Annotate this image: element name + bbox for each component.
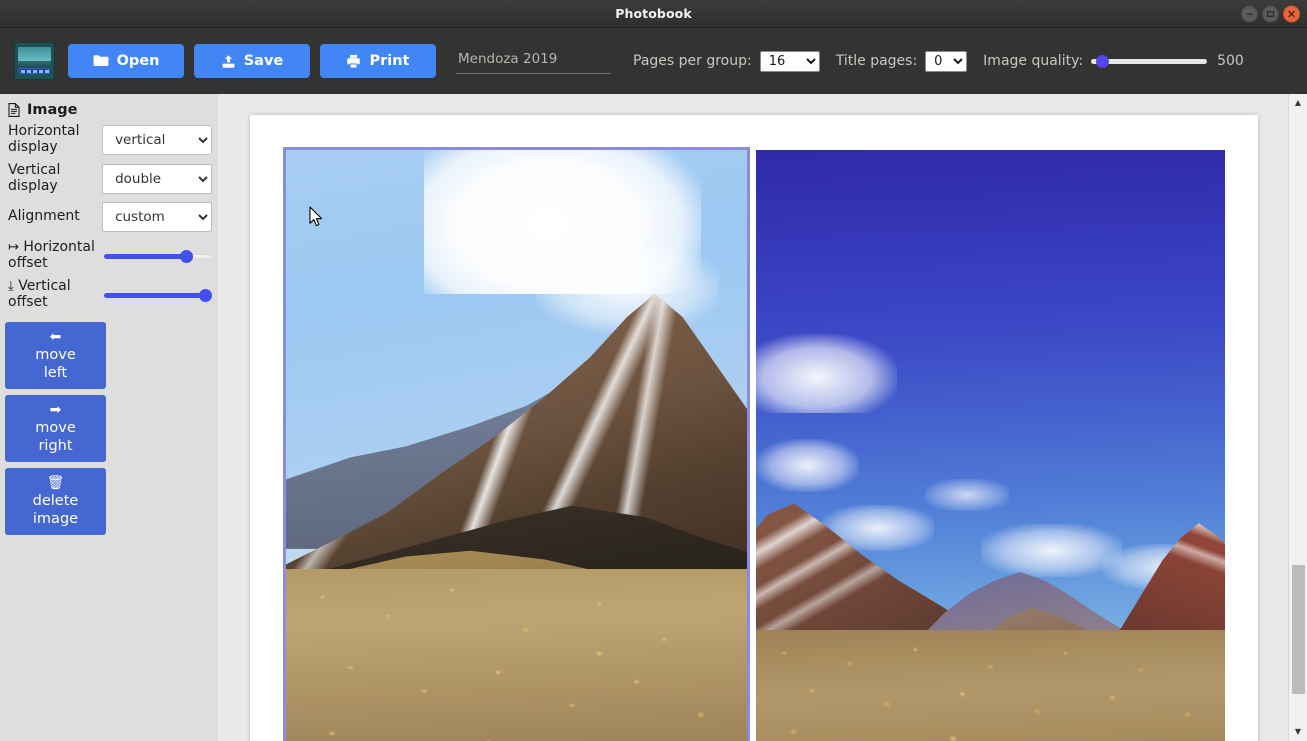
- minimize-button[interactable]: [1241, 5, 1258, 22]
- horizontal-offset-label-text: Horizontal offset: [8, 239, 95, 271]
- move-left-button[interactable]: ⬅ move left: [5, 322, 106, 389]
- right-cloud-b: [756, 439, 860, 492]
- image-quality-slider[interactable]: [1091, 53, 1208, 69]
- scroll-down-arrow-icon[interactable]: ▼: [1289, 725, 1307, 739]
- maximize-icon: [1266, 10, 1275, 17]
- photo-left[interactable]: [283, 147, 750, 741]
- sidebar-section-header: Image: [0, 94, 218, 124]
- image-action-buttons: ⬅ move left ➡ move right 🗑 delete image: [0, 318, 218, 541]
- arrow-right-icon: ➡: [49, 401, 62, 418]
- horizontal-offset-icon: ↦: [8, 240, 19, 255]
- save-button-label: Save: [243, 53, 284, 69]
- alignment-label: Alignment: [8, 208, 80, 225]
- page-canvas[interactable]: [218, 94, 1289, 741]
- horizontal-display-label: Horizontal display: [8, 123, 80, 155]
- field-vertical-offset: ⤓ Vertical offset: [0, 278, 218, 310]
- delete-image-label-line2: image: [32, 511, 79, 527]
- field-vertical-display: Vertical display singledouble: [0, 162, 218, 194]
- alignment-select[interactable]: leftcenterrightcustom: [102, 202, 212, 232]
- document-icon: [8, 103, 20, 117]
- horizontal-display-select[interactable]: horizontalvertical: [102, 124, 212, 155]
- folder-icon: [93, 55, 108, 66]
- move-right-label-line1: move: [35, 419, 76, 436]
- right-cloud-f: [924, 478, 1010, 512]
- horizontal-offset-fill: [104, 253, 187, 259]
- vertical-offset-slider[interactable]: [104, 286, 212, 304]
- window-controls: [1241, 5, 1300, 22]
- open-button-label: Open: [116, 53, 160, 69]
- move-left-label-line1: move: [35, 346, 76, 363]
- app-icon-filmstrip: [19, 68, 50, 74]
- delete-image-button[interactable]: 🗑 delete image: [5, 468, 106, 535]
- app-icon-land: [18, 61, 51, 66]
- pages-per-group-select[interactable]: 12481632: [759, 50, 820, 72]
- vertical-display-select[interactable]: singledouble: [102, 163, 212, 194]
- trash-icon: 🗑: [46, 474, 65, 491]
- title-pages-select[interactable]: 01234: [925, 50, 968, 72]
- pages-per-group-label: Pages per group:: [633, 53, 752, 69]
- photobook-page[interactable]: [250, 115, 1258, 741]
- move-left-label-line2: left: [43, 365, 68, 381]
- image-quality-thumb[interactable]: [1096, 55, 1110, 68]
- right-cloud-a: [756, 333, 897, 413]
- right-grass-tufts: [756, 636, 1225, 741]
- photo-right[interactable]: [756, 150, 1225, 741]
- print-button-label: Print: [369, 53, 410, 69]
- scroll-up-arrow-icon[interactable]: ▲: [1289, 96, 1307, 110]
- field-horizontal-display: Horizontal display horizontalvertical: [0, 123, 218, 155]
- delete-image-label-line1: delete: [32, 492, 79, 509]
- photo-left-image: [286, 150, 747, 741]
- vertical-offset-fill: [104, 292, 206, 298]
- book-title-input[interactable]: [456, 48, 611, 74]
- horizontal-offset-slider[interactable]: [104, 247, 212, 265]
- save-button[interactable]: Save: [194, 44, 310, 78]
- vertical-scrollbar[interactable]: ▲ ▼: [1288, 94, 1307, 741]
- image-quality-value: 500: [1217, 53, 1244, 69]
- scrollbar-thumb[interactable]: [1292, 565, 1305, 695]
- close-icon: [1288, 10, 1295, 17]
- printer-icon: [347, 54, 361, 69]
- window-titlebar: Photobook: [0, 0, 1307, 28]
- move-right-button[interactable]: ➡ move right: [5, 395, 106, 462]
- vertical-offset-icon: ⤓: [8, 279, 14, 294]
- arrow-left-icon: ⬅: [49, 328, 62, 345]
- sidebar-section-title: Image: [27, 102, 78, 118]
- title-pages-label: Title pages:: [835, 53, 918, 69]
- field-horizontal-offset: ↦ Horizontal offset: [0, 239, 218, 271]
- vertical-offset-label: ⤓ Vertical offset: [8, 278, 104, 310]
- vertical-display-label: Vertical display: [8, 162, 61, 194]
- main-toolbar: Open Save Print Pages per group: 1248163…: [0, 28, 1307, 94]
- photobook-app-icon: [14, 42, 55, 80]
- open-button[interactable]: Open: [68, 44, 184, 78]
- minimize-icon: [1246, 13, 1253, 15]
- horizontal-offset-label: ↦ Horizontal offset: [8, 239, 104, 271]
- vertical-offset-thumb[interactable]: [199, 288, 212, 302]
- move-right-label-line2: right: [38, 438, 73, 454]
- mouse-cursor: [309, 206, 323, 227]
- save-icon: [222, 54, 235, 68]
- right-cloud-d: [981, 524, 1122, 578]
- image-quality-label: Image quality:: [983, 53, 1084, 69]
- left-grass-tufts: [286, 568, 747, 741]
- horizontal-offset-thumb[interactable]: [180, 249, 193, 263]
- image-settings-sidebar: Image Horizontal display horizontalverti…: [0, 94, 218, 741]
- field-alignment: Alignment leftcenterrightcustom: [0, 202, 218, 232]
- maximize-button[interactable]: [1262, 5, 1279, 22]
- window-title: Photobook: [615, 6, 692, 21]
- photobook-window: Photobook Open Save Print Mendoza 2019 P…: [0, 0, 1307, 741]
- photo-right-image: [756, 150, 1225, 741]
- close-button[interactable]: [1283, 5, 1300, 22]
- vertical-offset-label-text: Vertical offset: [8, 278, 71, 310]
- print-button[interactable]: Print: [320, 44, 436, 78]
